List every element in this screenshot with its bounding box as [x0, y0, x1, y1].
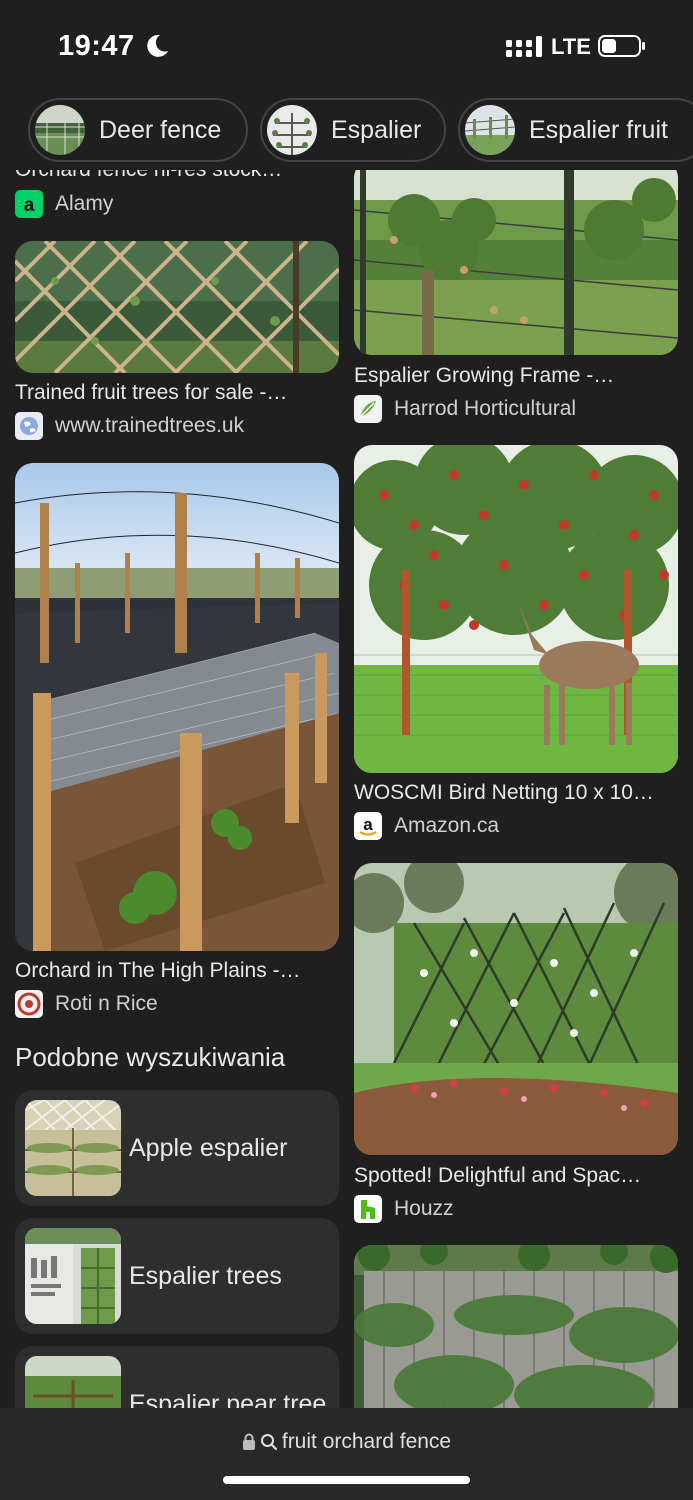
result-image-orchard-high-plains[interactable]: [15, 463, 339, 951]
houzz-icon: [354, 1195, 382, 1223]
related-search-item[interactable]: Espalier pear tree: [15, 1346, 339, 1410]
roti-n-rice-icon: [15, 990, 43, 1018]
fence-photo-icon: [35, 105, 85, 155]
result-source[interactable]: Houzz: [354, 1194, 454, 1224]
signal-icon: [506, 36, 542, 57]
home-indicator[interactable]: [223, 1476, 470, 1484]
amazon-icon: a: [354, 812, 382, 840]
related-search-label: Espalier pear tree: [129, 1389, 327, 1411]
related-search-label: Espalier trees: [129, 1261, 282, 1290]
result-title[interactable]: Trained fruit trees for sale -…: [15, 381, 340, 405]
battery-icon: [598, 35, 645, 57]
source-name: Roti n Rice: [55, 992, 158, 1015]
result-image-trained-trees[interactable]: [15, 241, 339, 373]
result-image-espalier-frame[interactable]: [354, 170, 678, 355]
result-source[interactable]: Harrod Horticultural: [354, 394, 576, 424]
result-title[interactable]: Spotted! Delightful and Spac…: [354, 1164, 679, 1188]
related-searches-heading: Podobne wyszukiwania: [15, 1042, 286, 1072]
globe-icon: [15, 412, 43, 440]
result-source[interactable]: Roti n Rice: [15, 989, 158, 1019]
result-source[interactable]: a Amazon.ca: [354, 811, 499, 841]
result-image-spotted-houzz[interactable]: [354, 863, 678, 1155]
chip-label: Deer fence: [99, 115, 222, 144]
lock-icon: [242, 1433, 255, 1450]
chip-label: Espalier: [331, 115, 422, 144]
image-results-feed: Orchard fence hi-res stock… a Alamy Trai…: [0, 170, 693, 1410]
source-name: Amazon.ca: [394, 814, 500, 837]
result-source[interactable]: www.trainedtrees.uk: [15, 411, 244, 441]
address-url[interactable]: fruit orchard fence: [0, 1430, 693, 1454]
result-source[interactable]: a Alamy: [15, 189, 113, 219]
related-search-item[interactable]: Apple espalier: [15, 1090, 339, 1206]
related-search-item[interactable]: Espalier trees: [15, 1218, 339, 1334]
svg-text:a: a: [363, 815, 373, 834]
status-bar: 19:47 LTE: [0, 0, 693, 92]
result-image-bird-netting[interactable]: [354, 445, 678, 773]
chip-deer-fence[interactable]: Deer fence: [28, 98, 248, 162]
source-name: Harrod Horticultural: [394, 397, 577, 420]
espalier-pear-tree-photo-icon: [25, 1356, 121, 1410]
moon-icon: [147, 34, 168, 57]
browser-address-bar[interactable]: fruit orchard fence: [0, 1408, 693, 1500]
svg-text:a: a: [24, 195, 35, 216]
espalier-fruit-photo-icon: [465, 105, 515, 155]
result-title[interactable]: Orchard fence hi-res stock…: [15, 170, 340, 182]
result-title[interactable]: Espalier Growing Frame -…: [354, 364, 679, 388]
source-name: Alamy: [55, 192, 114, 215]
espalier-trees-photo-icon: [25, 1228, 121, 1324]
result-title[interactable]: Orchard in The High Plains -…: [15, 959, 340, 983]
related-chips: Deer fence Espalier Espalier fruit: [0, 98, 693, 164]
result-image-fence-espalier[interactable]: [354, 1245, 678, 1410]
chip-espalier[interactable]: Espalier: [260, 98, 446, 162]
harrod-icon: [354, 395, 382, 423]
network-type: LTE: [551, 34, 591, 59]
source-name: www.trainedtrees.uk: [55, 414, 245, 437]
alamy-icon: a: [15, 190, 43, 218]
chip-espalier-fruit[interactable]: Espalier fruit: [458, 98, 693, 162]
address-text: fruit orchard fence: [281, 1430, 452, 1453]
status-time: 19:47: [58, 30, 135, 62]
chip-label: Espalier fruit: [529, 115, 668, 144]
espalier-photo-icon: [267, 105, 317, 155]
search-icon: [260, 1434, 277, 1451]
source-name: Houzz: [394, 1197, 454, 1220]
result-title[interactable]: WOSCMI Bird Netting 10 x 10…: [354, 781, 679, 805]
related-search-label: Apple espalier: [129, 1133, 288, 1162]
apple-espalier-photo-icon: [25, 1100, 121, 1196]
